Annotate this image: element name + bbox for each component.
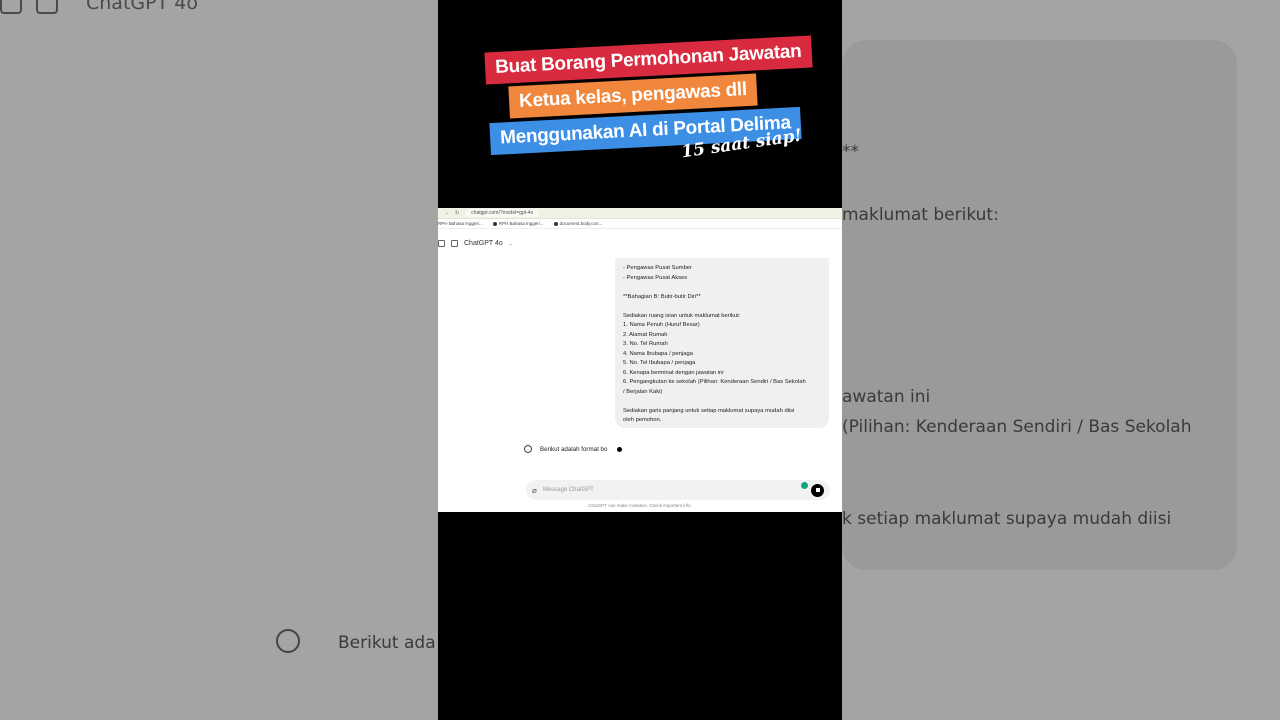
attach-icon[interactable]: ⌀ [532, 486, 537, 495]
model-selector[interactable]: ChatGPT 4o [464, 240, 503, 247]
url-field[interactable]: chatgpt.com/?model=gpt-4o [465, 209, 540, 217]
new-chat-icon [36, 0, 58, 14]
bubble-line: - Pengawas Pusat Akses [623, 274, 688, 281]
sidebar-icon [0, 0, 22, 14]
bubble-line: 3. No. Tel Rumah [623, 341, 668, 347]
reload-icon[interactable]: ↻ [455, 210, 459, 216]
bookmark-icon [492, 221, 497, 226]
bubble-line: Sediakan ruang isian untuk maklumat beri… [623, 312, 741, 319]
bookmark-item[interactable]: document.body.con... [553, 221, 602, 226]
bubble-line [623, 302, 821, 312]
bubble-line: 1. Nama Penuh (Huruf Besar) [623, 322, 700, 328]
stop-icon [815, 488, 820, 492]
bg-text-line: maklumat berikut: [842, 205, 999, 225]
bubble-line: oleh pemohon. [623, 417, 662, 423]
message-input[interactable]: Message ChatGPT [543, 487, 805, 493]
bg-text-line: (Pilihan: Kenderaan Sendiri / Bas Sekola… [842, 417, 1192, 437]
bubble-line: - Pengawas Pusat Sumber [623, 265, 692, 271]
bg-text-line: awatan ini [842, 387, 931, 407]
bg-text-line: k setiap maklumat supaya mudah diisi [842, 509, 1172, 529]
bubble-line: 6. Kenapa berminat dengan jawatan ini [623, 369, 724, 376]
disclaimer: ChatGPT can make mistakes. Check importa… [588, 503, 692, 508]
bubble-line: 6. Pengangkutan ke sekolah (Pilihan: Ken… [623, 379, 806, 385]
bg-model-title: ChatGPT 4o [86, 0, 198, 14]
new-chat-icon[interactable] [451, 240, 458, 247]
chatgpt-logo-icon [524, 445, 532, 453]
bubble-line: 2. Alamat Rumah [623, 331, 668, 338]
bubble-line: 5. No. Tel Ibubapa / penjaga [623, 360, 696, 366]
sidebar-toggle-icon[interactable] [438, 240, 445, 247]
bubble-line [623, 283, 821, 293]
bg-message-panel [842, 40, 1237, 570]
title-banner-1: Buat Borang Permohonan Jawatan [484, 35, 813, 85]
user-message-bubble: - Pengawas Pusat Sumber - Pengawas Pusat … [615, 258, 829, 428]
chevron-down-icon[interactable]: ⌄ [509, 241, 513, 247]
bubble-line: 4. Nama Ibubapa / penjaga [623, 350, 693, 357]
forward-icon[interactable]: → [444, 210, 449, 216]
bookmark-item[interactable]: RPH Bahasa Inggeri... [438, 221, 483, 226]
bubble-line: / Berjalan Kaki) [623, 388, 663, 395]
assistant-text: Berikut adalah format bo [540, 445, 608, 453]
bubble-line: **Bahagian B: Butir-butir Diri** [623, 293, 701, 300]
bookmark-icon [553, 221, 558, 226]
bg-text-line: Berikut ada [338, 633, 436, 653]
typing-cursor [617, 446, 623, 452]
assistant-message: Berikut adalah format bo [524, 445, 623, 453]
browser-address-bar: → ↻ chatgpt.com/?model=gpt-4o [438, 208, 842, 219]
bookmarks-bar: RPH Bahasa Inggeri... RPH Bahasa Inggeri… [438, 219, 842, 229]
chatgpt-screenshot: → ↻ chatgpt.com/?model=gpt-4o RPH Bahasa… [438, 208, 842, 512]
bookmark-item[interactable]: RPH Bahasa Inggeri... [492, 221, 544, 226]
video-frame: Buat Borang Permohonan Jawatan Ketua kel… [438, 0, 842, 720]
chat-header: ChatGPT 4o ⌄ [438, 240, 513, 247]
stop-button[interactable] [811, 483, 824, 497]
bubble-line: Sediakan garis panjang untuk setiap makl… [623, 407, 795, 414]
chatgpt-logo-icon [276, 629, 300, 653]
bubble-line [623, 397, 821, 407]
bg-text-line: ** [842, 142, 859, 162]
grammar-extension-icon[interactable] [801, 482, 808, 489]
message-composer[interactable]: ⌀ Message ChatGPT [526, 480, 830, 500]
